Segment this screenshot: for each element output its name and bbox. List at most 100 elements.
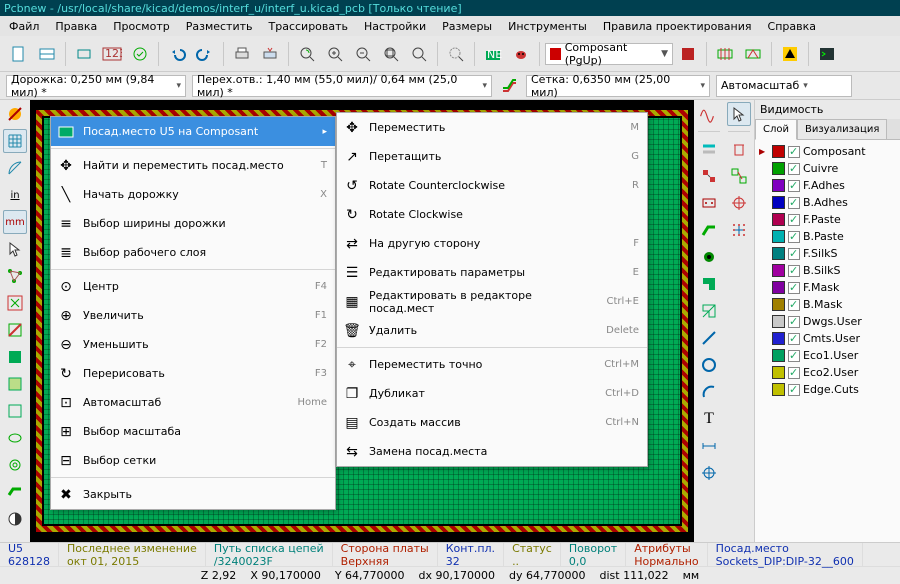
zoom-fit-icon[interactable] (378, 41, 404, 67)
show-zones-icon[interactable] (3, 345, 27, 369)
print-icon[interactable] (229, 41, 255, 67)
zoom-selector[interactable]: Автомасштаб▾ (716, 75, 852, 97)
layer-visible-checkbox[interactable] (788, 265, 800, 277)
ctx-menu-item[interactable]: ≣Выбор рабочего слоя (51, 238, 335, 267)
track-outline-icon[interactable] (3, 480, 27, 504)
ctx-menu-item[interactable]: ⊡АвтомасштабHome (51, 388, 335, 417)
ctx-menu-item[interactable]: ↻ПерерисоватьF3 (51, 359, 335, 388)
net-highlight-icon[interactable] (697, 137, 721, 161)
python-console-icon[interactable] (814, 41, 840, 67)
layer-row[interactable]: ▶ Composant (757, 143, 898, 160)
layer-swatch-icon[interactable] (772, 196, 785, 209)
menu-dimensions[interactable]: Размеры (435, 18, 499, 35)
zoom-redraw-icon[interactable] (294, 41, 320, 67)
hf-icon[interactable] (697, 102, 721, 126)
ratsnest-icon[interactable] (3, 264, 27, 288)
layer-swatch-icon[interactable] (772, 315, 785, 328)
show-zones-outline-icon[interactable] (3, 372, 27, 396)
add-via-icon[interactable] (697, 245, 721, 269)
units-mm-icon[interactable]: mm (3, 210, 27, 234)
layer-visible-checkbox[interactable] (788, 231, 800, 243)
ctx-menu-item[interactable]: ⊖УменьшитьF2 (51, 330, 335, 359)
ctx-submenu-item[interactable]: ✥ПереместитьM (337, 113, 647, 142)
layer-visible-checkbox[interactable] (788, 367, 800, 379)
tab-layers[interactable]: Слой (755, 119, 797, 140)
layer-swatch-icon[interactable] (772, 230, 785, 243)
layer-selector[interactable]: Composant (PgUp) ▼ (545, 43, 673, 65)
layer-visible-checkbox[interactable] (788, 316, 800, 328)
undo-icon[interactable] (164, 41, 190, 67)
units-in-icon[interactable]: in (3, 183, 27, 207)
layer-visible-checkbox[interactable] (788, 146, 800, 158)
ctx-submenu-item[interactable]: ▦Редактировать в редакторе посад.местCtr… (337, 287, 647, 316)
add-footprint-icon[interactable] (697, 191, 721, 215)
layer-visible-checkbox[interactable] (788, 214, 800, 226)
add-text-icon[interactable]: T (697, 407, 721, 431)
layer-swatch-icon[interactable] (772, 298, 785, 311)
mode2-icon[interactable] (740, 41, 766, 67)
layer-swatch-icon[interactable] (772, 162, 785, 175)
plot-icon[interactable] (257, 41, 283, 67)
ctx-submenu-item[interactable]: ↺Rotate CounterclockwiseR (337, 171, 647, 200)
autoplace-icon[interactable] (727, 164, 751, 188)
grid-visible-icon[interactable] (3, 129, 27, 153)
menu-tools[interactable]: Инструменты (501, 18, 594, 35)
ctx-menu-item[interactable]: ⊙ЦентрF4 (51, 272, 335, 301)
layer-visible-checkbox[interactable] (788, 163, 800, 175)
contrast-mode-icon[interactable] (3, 507, 27, 531)
layer-row[interactable]: B.Paste (757, 228, 898, 245)
layer-row[interactable]: F.Adhes (757, 177, 898, 194)
menu-edit[interactable]: Правка (48, 18, 104, 35)
ctx-submenu-item[interactable]: ↗ПеретащитьG (337, 142, 647, 171)
layer-swatch-icon[interactable] (772, 264, 785, 277)
script-icon[interactable] (675, 41, 701, 67)
layer-row[interactable]: F.Mask (757, 279, 898, 296)
mode1-icon[interactable] (712, 41, 738, 67)
layer-row[interactable]: B.SilkS (757, 262, 898, 279)
layer-row[interactable]: Eco2.User (757, 364, 898, 381)
layer-visible-checkbox[interactable] (788, 180, 800, 192)
ratsnest-module-icon[interactable] (3, 291, 27, 315)
drc-off-icon[interactable] (3, 102, 27, 126)
ctx-footprint-submenu[interactable]: Посад.место U5 на Composant ▸ (51, 117, 335, 146)
ctx-menu-item[interactable]: ⊞Выбор масштаба (51, 417, 335, 446)
layer-swatch-icon[interactable] (772, 349, 785, 362)
module-icon[interactable] (71, 41, 97, 67)
layer-row[interactable]: B.Adhes (757, 194, 898, 211)
ctx-submenu-item[interactable]: 🗑УдалитьDelete (337, 316, 647, 345)
via-outline-icon[interactable] (3, 453, 27, 477)
grid-origin-icon[interactable] (727, 218, 751, 242)
local-ratsnest-icon[interactable] (697, 164, 721, 188)
zoom-in-icon[interactable] (322, 41, 348, 67)
pad-outline-icon[interactable] (3, 426, 27, 450)
cursor-shape-icon[interactable] (3, 237, 27, 261)
layer-visible-checkbox[interactable] (788, 384, 800, 396)
layer-swatch-icon[interactable] (772, 383, 785, 396)
menu-drc[interactable]: Правила проектирования (596, 18, 759, 35)
tab-render[interactable]: Визуализация (797, 119, 887, 139)
ctx-menu-item[interactable]: ≡Выбор ширины дорожки (51, 209, 335, 238)
redo-icon[interactable] (192, 41, 218, 67)
origin-icon[interactable] (727, 191, 751, 215)
zoom-out-icon[interactable] (350, 41, 376, 67)
ctx-menu-item[interactable]: ⊕УвеличитьF1 (51, 301, 335, 330)
add-keepout-icon[interactable] (697, 299, 721, 323)
layer-row[interactable]: B.Mask (757, 296, 898, 313)
ctx-submenu-item[interactable]: ❐ДубликатCtrl+D (337, 379, 647, 408)
layer-visible-checkbox[interactable] (788, 299, 800, 311)
layer-row[interactable]: F.Paste (757, 211, 898, 228)
layer-swatch-icon[interactable] (772, 145, 785, 158)
add-line-icon[interactable] (697, 326, 721, 350)
layer-swatch-icon[interactable] (772, 332, 785, 345)
load-netlist-icon[interactable]: NET (480, 41, 506, 67)
layer-swatch-icon[interactable] (772, 366, 785, 379)
show-zones-none-icon[interactable] (3, 399, 27, 423)
layer-row[interactable]: F.SilkS (757, 245, 898, 262)
layer-visible-checkbox[interactable] (788, 333, 800, 345)
menu-view[interactable]: Просмотр (106, 18, 176, 35)
drc-icon[interactable] (127, 41, 153, 67)
ctx-submenu-item[interactable]: ⇄На другую сторонуF (337, 229, 647, 258)
layer-row[interactable]: Dwgs.User (757, 313, 898, 330)
open-icon[interactable] (34, 41, 60, 67)
add-circle-icon[interactable] (697, 353, 721, 377)
